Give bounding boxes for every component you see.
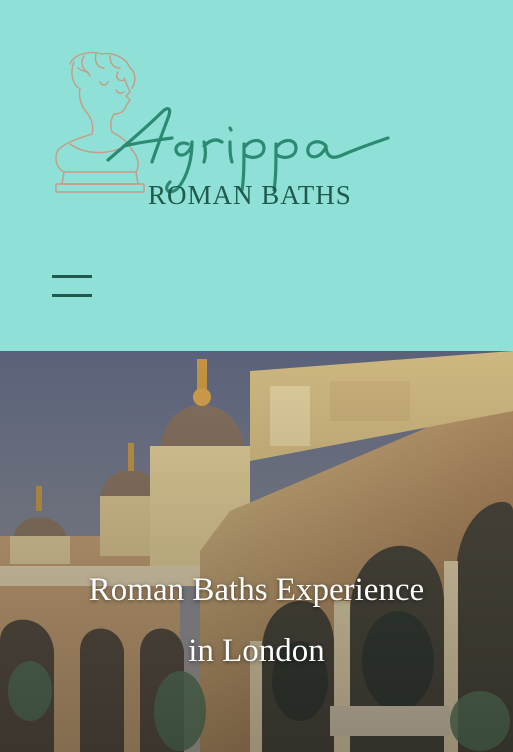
site-logo[interactable]: ROMAN BATHS [40, 42, 400, 222]
site-header: ROMAN BATHS [0, 0, 513, 351]
hamburger-icon-line [52, 294, 92, 297]
hero-title-line2: in London [188, 633, 325, 669]
hero-image [0, 351, 513, 752]
hamburger-icon [52, 275, 92, 278]
hero-banner [0, 351, 513, 752]
hero-title-line1: Roman Baths Experience [88, 572, 425, 608]
hero-title: Roman Baths Experience in London [0, 560, 513, 682]
menu-button[interactable] [50, 268, 94, 302]
logo-subtitle: ROMAN BATHS [148, 180, 352, 210]
